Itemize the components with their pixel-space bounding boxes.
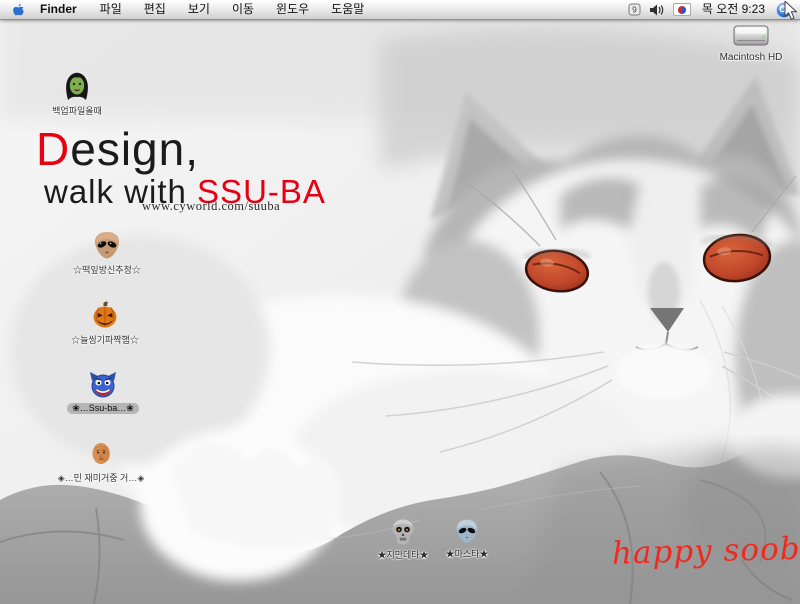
menu-clock[interactable]: 목 오전 9:23 [695,0,772,19]
alien2-avatar [453,517,481,545]
menu-go[interactable]: 이동 [221,0,265,19]
desktop-icon-buddy-4[interactable]: ❀…Ssu-ba…❀ [53,369,153,414]
icon-label: ☆늘씽기파짝햄☆ [71,333,139,346]
alien-avatar [91,229,123,261]
devil-avatar [87,369,119,401]
headline-rest: esign, [70,123,199,175]
hard-drive-icon [730,22,772,50]
wallpaper-url: www.cyworld.com/suuba [142,199,267,214]
menu-bar-left: Finder 파일 편집 보기 이동 윈도우 도움말 [0,0,375,19]
taegeuk-icon [677,5,687,15]
desktop-icon-buddy-7[interactable]: ★마스타★ [417,517,517,560]
icon-label: ◈…민 재미거중 거…◈ [58,471,145,484]
input-source-flag-icon[interactable] [669,0,695,19]
mouse-cursor [784,1,798,21]
menu-window[interactable]: 윈도우 [265,0,320,19]
headline-line1: Design, [36,126,326,173]
icon-label: ★마스타★ [446,547,489,560]
korean-flag-icon [673,3,691,16]
icon-label: Macintosh HD [720,52,783,63]
icon-label: ❀…Ssu-ba…❀ [67,403,139,414]
desktop-icon-buddy-3[interactable]: ☆늘씽기파짝햄☆ [55,299,155,346]
menu-bar-status: 9 목 오전 9:23 [624,0,800,19]
svg-text:9: 9 [632,5,637,15]
menu-bar: Finder 파일 편집 보기 이동 윈도우 도움말 9 [0,0,800,20]
icon-label: ☆떡잎방신추정☆ [73,263,141,276]
skull-avatar [390,518,416,546]
desktop-icon-buddy-2[interactable]: ☆떡잎방신추정☆ [57,229,157,276]
menu-help[interactable]: 도움말 [320,0,375,19]
classic-9-glyph: 9 [628,3,641,16]
wallpaper-headline: Design, walk with SSU-BA [36,126,326,209]
speaker-icon [649,4,665,16]
icon-label: 백업파일올때 [52,104,102,117]
pumpkin-avatar [89,299,121,331]
wallpaper-signature: happy sooba [612,530,800,571]
man-avatar [86,439,116,469]
menu-file[interactable]: 파일 [89,0,133,19]
menu-app-name[interactable]: Finder [34,0,89,19]
headline-accent: D [36,123,70,175]
menu-edit[interactable]: 편집 [133,0,177,19]
menu-view[interactable]: 보기 [177,0,221,19]
volume-menu-icon[interactable] [645,0,669,19]
desktop-icon-buddy-1[interactable]: 백업파일올때 [27,70,127,117]
desktop-icon-macintosh-hd[interactable]: Macintosh HD [703,22,799,63]
classic-9-menu-icon[interactable]: 9 [624,0,645,19]
witch-avatar [61,70,93,102]
apple-menu-icon[interactable] [0,0,34,19]
apple-logo-icon [12,2,25,17]
desktop-icon-buddy-5[interactable]: ◈…민 재미거중 거…◈ [51,439,151,484]
